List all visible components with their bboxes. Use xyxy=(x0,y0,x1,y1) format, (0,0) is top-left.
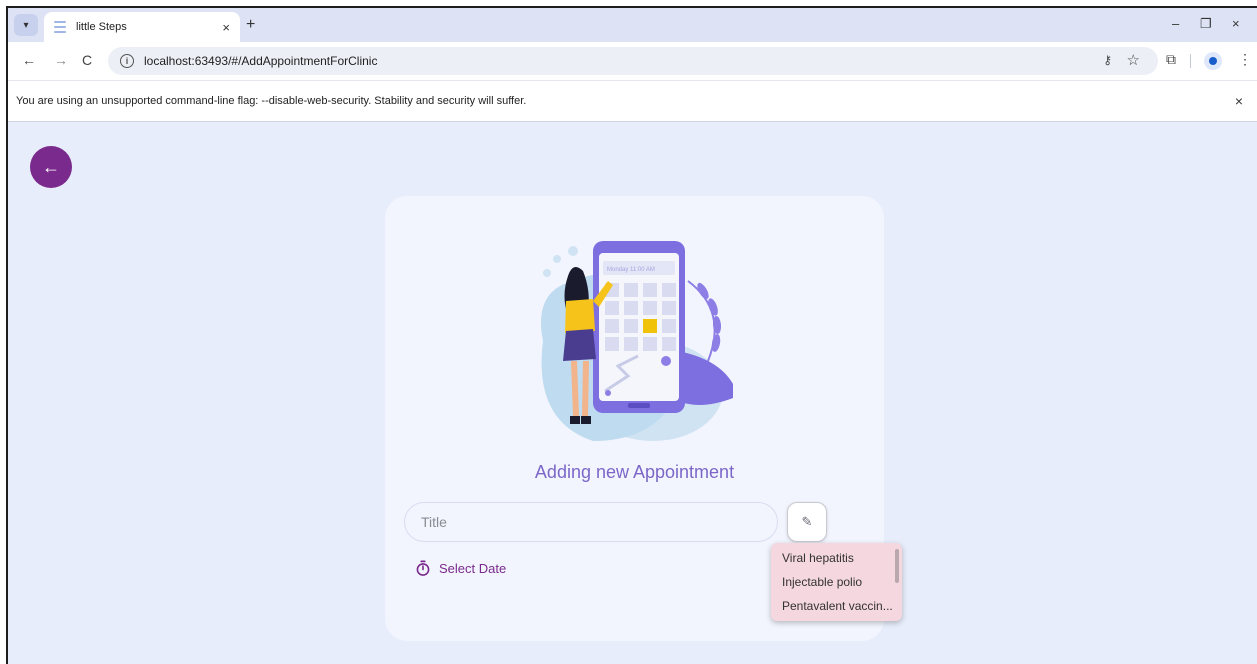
forward-nav-button[interactable]: → xyxy=(54,52,68,68)
toolbar-divider xyxy=(1190,54,1191,68)
restore-button[interactable]: ❐ xyxy=(1200,16,1212,32)
new-tab-button[interactable]: + xyxy=(246,16,255,34)
tab-strip: ▾ little Steps × + – ❐ × xyxy=(8,8,1257,42)
more-icon[interactable]: ⋮ xyxy=(1238,51,1252,68)
site-info-icon[interactable]: i xyxy=(120,54,134,68)
minimize-button[interactable]: – xyxy=(1172,16,1179,31)
reload-button[interactable]: C xyxy=(82,52,92,68)
profile-icon[interactable] xyxy=(1204,52,1222,70)
back-button[interactable]: ← xyxy=(30,146,72,188)
address-bar[interactable]: i localhost:63493/#/AddAppointmentForCli… xyxy=(108,47,1158,75)
arrow-left-icon: ← xyxy=(42,156,60,177)
dropdown-option[interactable]: Pentavalent vaccin... xyxy=(771,594,893,618)
dropdown-option[interactable]: Injectable polio xyxy=(771,570,893,594)
browser-toolbar: ← → C i localhost:63493/#/AddAppointment… xyxy=(8,42,1257,80)
close-window-button[interactable]: × xyxy=(1232,16,1240,31)
pencil-icon: ✎ xyxy=(801,514,813,529)
url-text: localhost:63493/#/AddAppointmentForClini… xyxy=(144,54,378,68)
infobar-message: You are using an unsupported command-lin… xyxy=(16,95,527,107)
tab-little-steps[interactable]: little Steps × xyxy=(44,12,240,42)
back-nav-button[interactable]: ← xyxy=(22,52,36,68)
tab-title: little Steps xyxy=(76,21,127,33)
infobar: You are using an unsupported command-lin… xyxy=(8,80,1257,122)
tab-search-button[interactable]: ▾ xyxy=(14,14,38,36)
favicon-icon xyxy=(54,21,66,33)
timer-icon xyxy=(416,560,430,576)
edit-button[interactable]: ✎ xyxy=(787,502,827,542)
page-content: ← Monday 11:00 AM Adding new Appointment… xyxy=(8,123,1257,664)
title-input[interactable] xyxy=(404,502,778,542)
browser-window: ▾ little Steps × + – ❐ × ← → C i localho… xyxy=(6,6,1257,664)
infobar-close-icon[interactable]: × xyxy=(1235,93,1243,109)
star-icon[interactable]: ☆ xyxy=(1127,51,1140,69)
extensions-icon[interactable]: ⧉ xyxy=(1166,51,1176,68)
dropdown-scrollbar[interactable] xyxy=(895,549,899,583)
select-date-label: Select Date xyxy=(439,560,507,576)
vaccine-dropdown-menu: Viral hepatitis Injectable polio Pentava… xyxy=(771,543,902,621)
illustration-text: Monday 11:00 AM xyxy=(607,267,655,273)
select-date-button[interactable]: Select Date xyxy=(415,560,506,576)
appointment-illustration: Monday 11:00 AM xyxy=(541,241,733,441)
key-icon[interactable]: ⚷ xyxy=(1103,53,1112,67)
dropdown-option[interactable]: Viral hepatitis xyxy=(771,546,893,570)
page-heading: Adding new Appointment xyxy=(534,462,735,482)
tab-close-icon[interactable]: × xyxy=(222,20,230,35)
chevron-down-icon: ▾ xyxy=(23,19,29,31)
